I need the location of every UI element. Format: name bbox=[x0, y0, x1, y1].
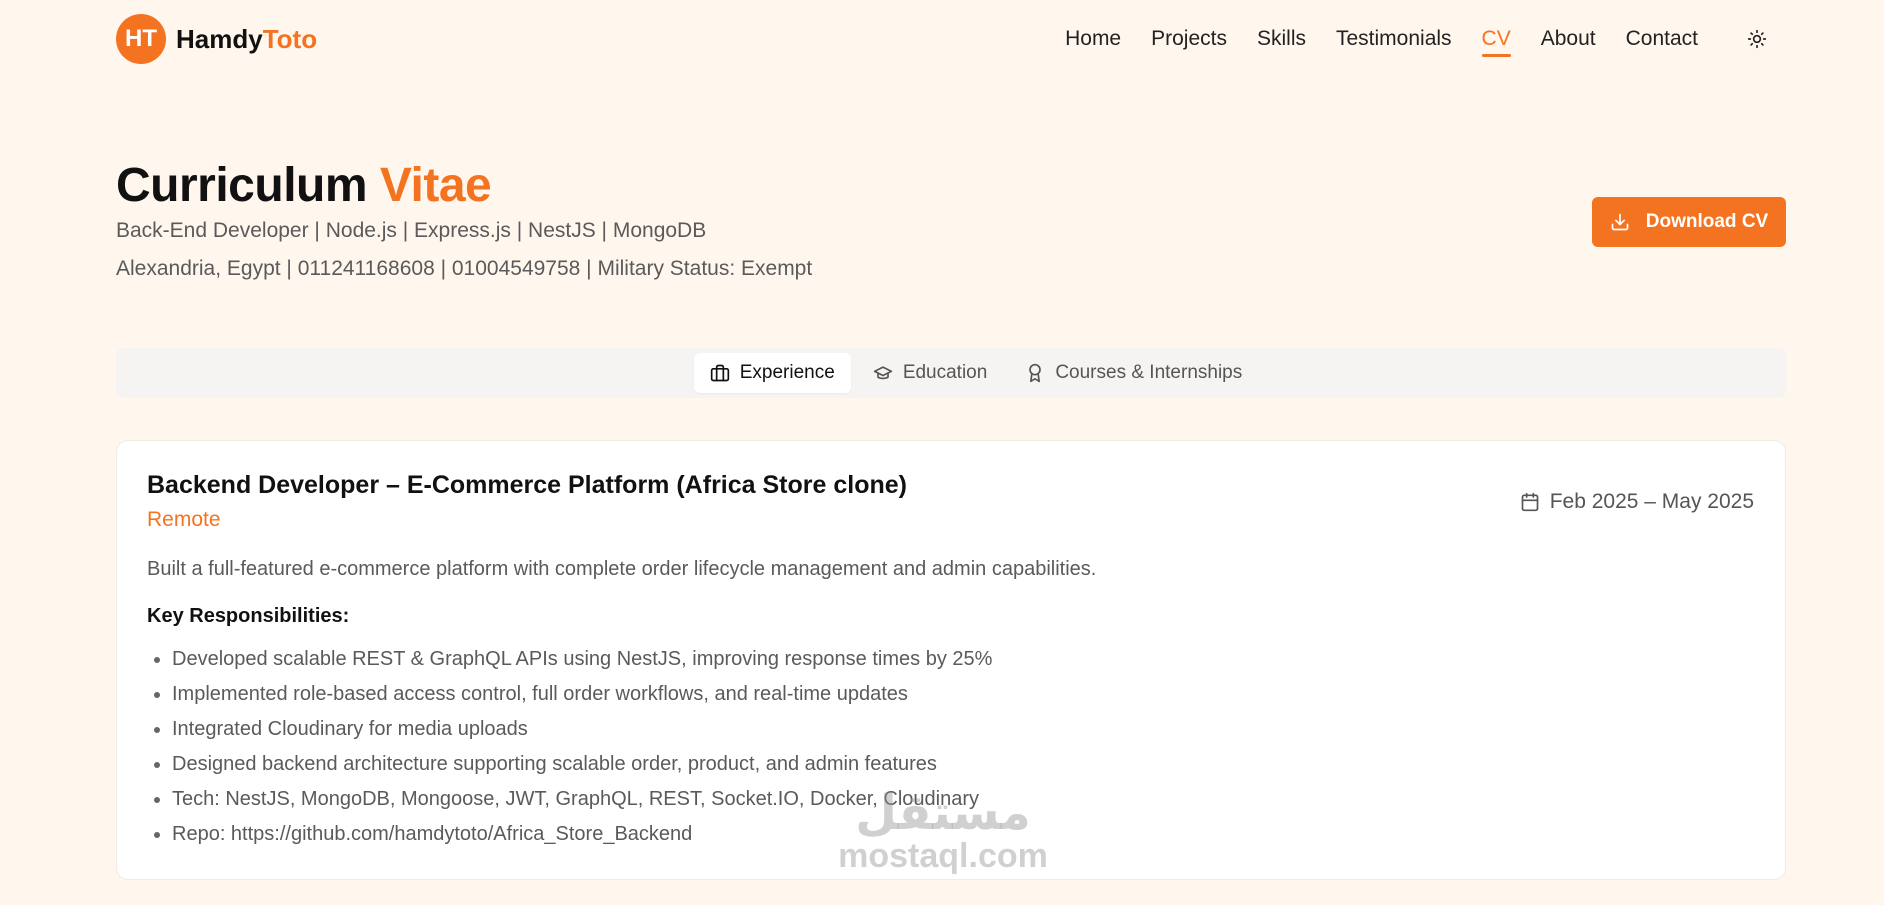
site-header: HT HamdyToto Home Projects Skills Testim… bbox=[116, 0, 1786, 78]
hero-section: Curriculum Vitae Back-End Developer | No… bbox=[116, 158, 1786, 328]
tab-courses-label: Courses & Internships bbox=[1055, 362, 1243, 383]
logo-name-accent: Toto bbox=[262, 23, 318, 54]
list-item: Integrated Cloudinary for media uploads bbox=[172, 712, 1754, 747]
nav-contact[interactable]: Contact bbox=[1626, 21, 1698, 57]
download-cv-label: Download CV bbox=[1645, 211, 1769, 232]
logo-text: HamdyToto bbox=[176, 24, 317, 55]
list-item: Designed backend architecture supporting… bbox=[172, 747, 1754, 782]
award-icon bbox=[1029, 363, 1042, 383]
sun-icon bbox=[1747, 29, 1767, 49]
logo[interactable]: HT HamdyToto bbox=[116, 14, 317, 64]
list-item: Repo: https://github.com/hamdytoto/Afric… bbox=[172, 817, 1754, 852]
download-cv-button[interactable]: Download CV bbox=[1592, 197, 1786, 247]
briefcase-icon bbox=[710, 364, 729, 382]
nav-skills[interactable]: Skills bbox=[1257, 21, 1306, 57]
list-item: Developed scalable REST & GraphQL APIs u… bbox=[172, 642, 1754, 677]
tab-experience[interactable]: Experience bbox=[693, 353, 851, 393]
job-date: Feb 2025 – May 2025 bbox=[1520, 490, 1754, 514]
list-item: Implemented role-based access control, f… bbox=[172, 677, 1754, 712]
graduation-cap-icon bbox=[873, 366, 892, 380]
tab-education-label: Education bbox=[902, 362, 988, 383]
nav-cv[interactable]: CV bbox=[1481, 21, 1511, 57]
job-description: Built a full-featured e-commerce platfor… bbox=[147, 558, 1097, 580]
hero-subtitle: Back-End Developer | Node.js | Express.j… bbox=[116, 219, 707, 242]
job-title: Backend Developer – E-Commerce Platform … bbox=[147, 471, 907, 499]
logo-badge: HT bbox=[116, 14, 166, 64]
list-item: Tech: NestJS, MongoDB, Mongoose, JWT, Gr… bbox=[172, 782, 1754, 817]
page-title: Curriculum Vitae bbox=[116, 158, 1786, 213]
page-container: HT HamdyToto Home Projects Skills Testim… bbox=[116, 0, 1786, 880]
page-title-accent: Vitae bbox=[379, 159, 492, 212]
job-location: Remote bbox=[147, 508, 221, 531]
experience-card: Backend Developer – E-Commerce Platform … bbox=[116, 440, 1786, 880]
nav-projects[interactable]: Projects bbox=[1151, 21, 1227, 57]
responsibilities-list: Developed scalable REST & GraphQL APIs u… bbox=[147, 642, 1754, 852]
tab-education[interactable]: Education bbox=[857, 353, 1004, 393]
responsibilities-heading: Key Responsibilities: bbox=[147, 605, 350, 627]
nav-home[interactable]: Home bbox=[1065, 21, 1121, 57]
calendar-icon bbox=[1521, 492, 1539, 512]
tab-courses-internships[interactable]: Courses & Internships bbox=[1009, 353, 1258, 393]
tab-experience-label: Experience bbox=[739, 362, 835, 383]
nav-testimonials[interactable]: Testimonials bbox=[1336, 21, 1452, 57]
job-date-text: Feb 2025 – May 2025 bbox=[1549, 490, 1754, 513]
logo-name-main: Hamdy bbox=[176, 23, 263, 54]
main-nav: Home Projects Skills Testimonials CV Abo… bbox=[1065, 21, 1772, 57]
nav-about[interactable]: About bbox=[1541, 21, 1596, 57]
cv-tabs: Experience Education Courses & Internshi… bbox=[116, 348, 1786, 398]
hero-contact-line: Alexandria, Egypt | 011241168608 | 01004… bbox=[116, 257, 813, 280]
download-icon bbox=[1611, 213, 1629, 231]
page-title-main: Curriculum bbox=[116, 159, 368, 212]
theme-toggle-button[interactable] bbox=[1742, 24, 1772, 54]
